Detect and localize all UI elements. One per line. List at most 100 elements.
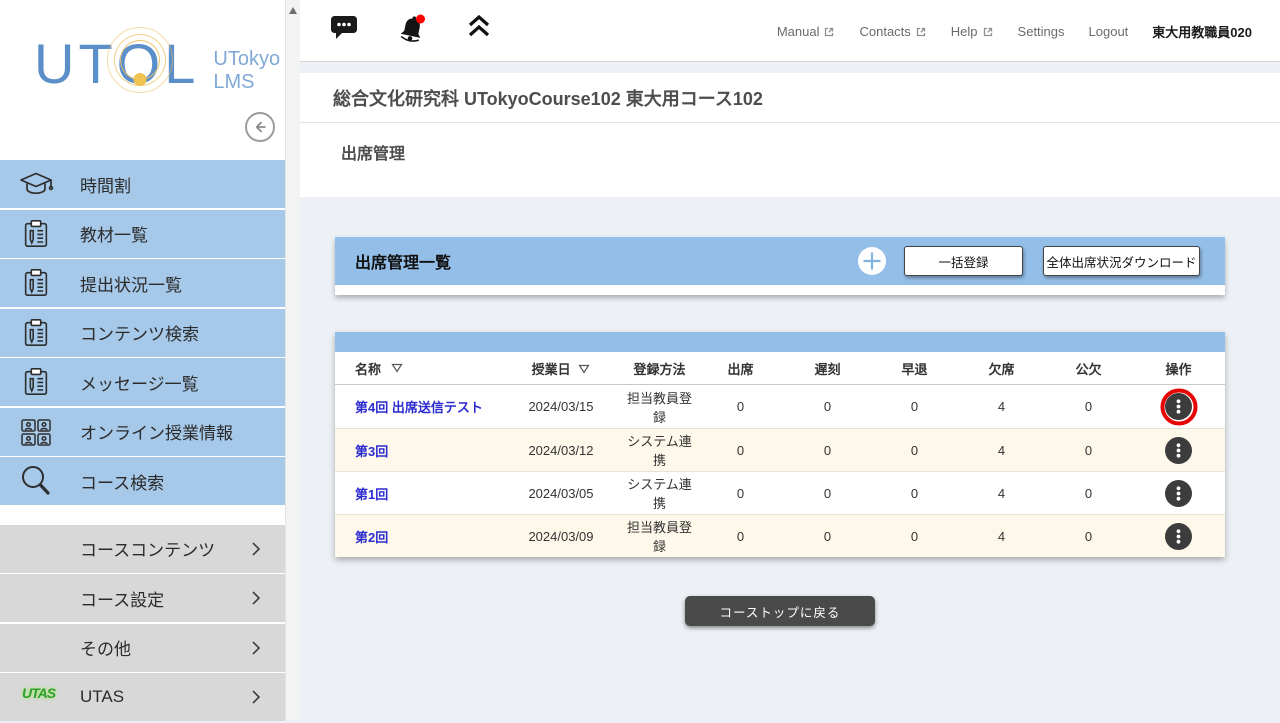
- cell-excused: 0: [1045, 443, 1132, 458]
- session-link[interactable]: 第4回 出席送信テスト: [355, 397, 483, 416]
- session-link[interactable]: 第1回: [355, 484, 388, 503]
- download-attendance-button[interactable]: 全体出席状況ダウンロード: [1043, 246, 1200, 276]
- column-header-method: 登録方法: [622, 359, 697, 378]
- cell-date: 2024/03/09: [500, 529, 622, 544]
- sidebar-item-content-search[interactable]: コンテンツ検索: [0, 309, 285, 357]
- sidebar-item-label: メッセージ一覧: [80, 370, 199, 395]
- cell-late: 0: [784, 443, 871, 458]
- settings-link[interactable]: Settings: [1018, 24, 1065, 39]
- column-header-early-leave: 早退: [871, 359, 958, 378]
- circle-arrow-left-icon: [244, 111, 276, 143]
- row-actions-button[interactable]: [1165, 523, 1192, 550]
- bulk-register-button[interactable]: 一括登録: [904, 246, 1023, 276]
- table-row: 第4回 出席送信テスト 2024/03/15 担当教員登録 0 0 0 4 0: [335, 385, 1225, 428]
- sidebar-item-label: 提出状況一覧: [80, 271, 182, 296]
- panel-title: 出席管理一覧: [355, 249, 451, 273]
- clipboard-icon: [18, 267, 54, 299]
- column-header-date[interactable]: 授業日: [500, 359, 622, 378]
- sidebar-item-submission-status[interactable]: 提出状況一覧: [0, 259, 285, 307]
- graduation-cap-icon: [18, 170, 54, 198]
- cell-late: 0: [784, 529, 871, 544]
- video-grid-icon: [18, 417, 54, 447]
- add-attendance-button[interactable]: [857, 246, 887, 281]
- sidebar-item-utas[interactable]: UTAS UTAS: [0, 673, 285, 721]
- double-chevron-up-icon[interactable]: [466, 13, 492, 45]
- page-header: 総合文化研究科 UTokyoCourse102 東大用コース102 出席管理: [300, 73, 1280, 197]
- session-link[interactable]: 第3回: [355, 441, 388, 460]
- chevron-right-icon: [251, 590, 261, 611]
- settings-link-label: Settings: [1018, 24, 1065, 39]
- plus-circle-icon: [857, 246, 887, 276]
- vertical-ellipsis-icon: [1168, 440, 1189, 461]
- column-header-late: 遅刻: [784, 359, 871, 378]
- external-link-icon: [823, 26, 835, 38]
- help-link[interactable]: Help: [951, 24, 994, 39]
- contacts-link-label: Contacts: [859, 24, 910, 39]
- sidebar-item-course-settings[interactable]: コース設定: [0, 574, 285, 622]
- column-header-excused: 公欠: [1045, 359, 1132, 378]
- topbar-links: Manual Contacts Help Settings Logout 東大用…: [777, 22, 1252, 41]
- sidebar-menu: 時間割 教材一覧 提出状況一覧: [0, 160, 285, 723]
- session-link[interactable]: 第2回: [355, 527, 388, 546]
- sidebar-item-label: コース設定: [80, 586, 164, 611]
- page-title: 出席管理: [341, 140, 405, 164]
- cell-date: 2024/03/15: [500, 399, 622, 414]
- back-to-course-top-button[interactable]: コーストップに戻る: [685, 596, 875, 626]
- cell-late: 0: [784, 486, 871, 501]
- row-actions-button[interactable]: [1165, 437, 1192, 464]
- sidebar-scrollbar[interactable]: [285, 0, 300, 720]
- cell-method: システム連携: [622, 474, 697, 512]
- column-header-name[interactable]: 名称: [335, 359, 500, 378]
- vertical-ellipsis-icon: [1168, 526, 1189, 547]
- section-title-row: 出席管理: [300, 123, 1280, 181]
- cell-early-leave: 0: [871, 529, 958, 544]
- sort-icon[interactable]: [578, 362, 590, 377]
- attendance-panel-header: 出席管理一覧 一括登録 全体出席状況ダウンロード: [335, 237, 1225, 295]
- sort-icon[interactable]: [391, 361, 403, 376]
- sidebar-item-timetable[interactable]: 時間割: [0, 160, 285, 208]
- notifications-bell-icon[interactable]: [396, 13, 428, 51]
- vertical-ellipsis-icon: [1168, 483, 1189, 504]
- logout-link[interactable]: Logout: [1089, 24, 1129, 39]
- user-name: 東大用教職員020: [1152, 22, 1252, 41]
- sidebar-item-course-contents[interactable]: コースコンテンツ: [0, 525, 285, 573]
- cell-attendance: 0: [697, 443, 784, 458]
- sidebar-item-label: コースコンテンツ: [80, 536, 215, 561]
- sidebar-item-materials[interactable]: 教材一覧: [0, 210, 285, 258]
- sidebar-item-others[interactable]: その他: [0, 624, 285, 672]
- topbar: Manual Contacts Help Settings Logout 東大用…: [300, 0, 1280, 62]
- row-actions-button[interactable]: [1165, 393, 1192, 420]
- sidebar-item-label: コース検索: [80, 469, 164, 494]
- row-actions-button[interactable]: [1165, 480, 1192, 507]
- sidebar-item-messages[interactable]: メッセージ一覧: [0, 358, 285, 406]
- sidebar-collapse-button[interactable]: [244, 111, 276, 143]
- logo-subtitle-line2: LMS: [213, 71, 280, 94]
- cell-absent: 4: [958, 529, 1045, 544]
- logo-subtitle-line1: UTokyo: [213, 48, 280, 71]
- table-body: 第4回 出席送信テスト 2024/03/15 担当教員登録 0 0 0 4 0: [335, 385, 1225, 557]
- triangle-up-icon[interactable]: [289, 7, 297, 14]
- cell-method: システム連携: [622, 431, 697, 469]
- cell-attendance: 0: [697, 529, 784, 544]
- vertical-ellipsis-icon: [1168, 396, 1189, 417]
- manual-link-label: Manual: [777, 24, 820, 39]
- contacts-link[interactable]: Contacts: [859, 24, 926, 39]
- cell-late: 0: [784, 399, 871, 414]
- clipboard-icon: [18, 218, 54, 250]
- sidebar: UTOL UTokyo LMS 時間割: [0, 0, 285, 720]
- cell-excused: 0: [1045, 399, 1132, 414]
- sidebar-item-label: その他: [80, 635, 131, 660]
- column-header-attendance: 出席: [697, 359, 784, 378]
- topbar-icons: [330, 13, 492, 51]
- chat-icon[interactable]: [330, 13, 358, 45]
- sidebar-item-online-class-info[interactable]: オンライン授業情報: [0, 408, 285, 456]
- utol-logo-text: UTOL: [34, 36, 199, 92]
- cell-date: 2024/03/12: [500, 443, 622, 458]
- course-title: 総合文化研究科 UTokyoCourse102 東大用コース102: [333, 85, 763, 111]
- sidebar-item-course-search[interactable]: コース検索: [0, 457, 285, 505]
- manual-link[interactable]: Manual: [777, 24, 836, 39]
- column-header-label: 名称: [355, 359, 381, 378]
- search-icon: [18, 464, 54, 498]
- logo-letter: U: [34, 36, 78, 92]
- utol-logo[interactable]: UTOL UTokyo LMS: [34, 36, 280, 94]
